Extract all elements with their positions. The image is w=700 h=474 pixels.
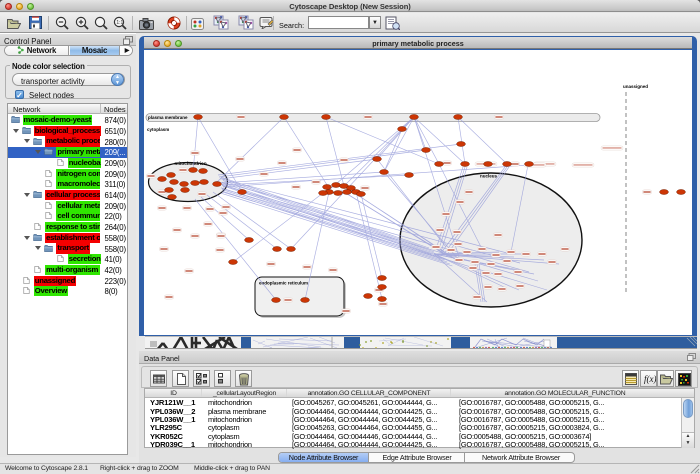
svg-text:endoplasmic reticulum: endoplasmic reticulum xyxy=(259,281,308,286)
svg-text:f(x): f(x) xyxy=(644,374,656,384)
svg-text:nucleus: nucleus xyxy=(480,174,498,179)
svg-text:plasma membrane: plasma membrane xyxy=(148,115,188,120)
svg-text:mitochondrion: mitochondrion xyxy=(175,161,207,166)
svg-text:1:1: 1:1 xyxy=(116,20,123,26)
svg-text:unassigned: unassigned xyxy=(623,84,648,89)
svg-text:cytoplasm: cytoplasm xyxy=(147,127,169,132)
